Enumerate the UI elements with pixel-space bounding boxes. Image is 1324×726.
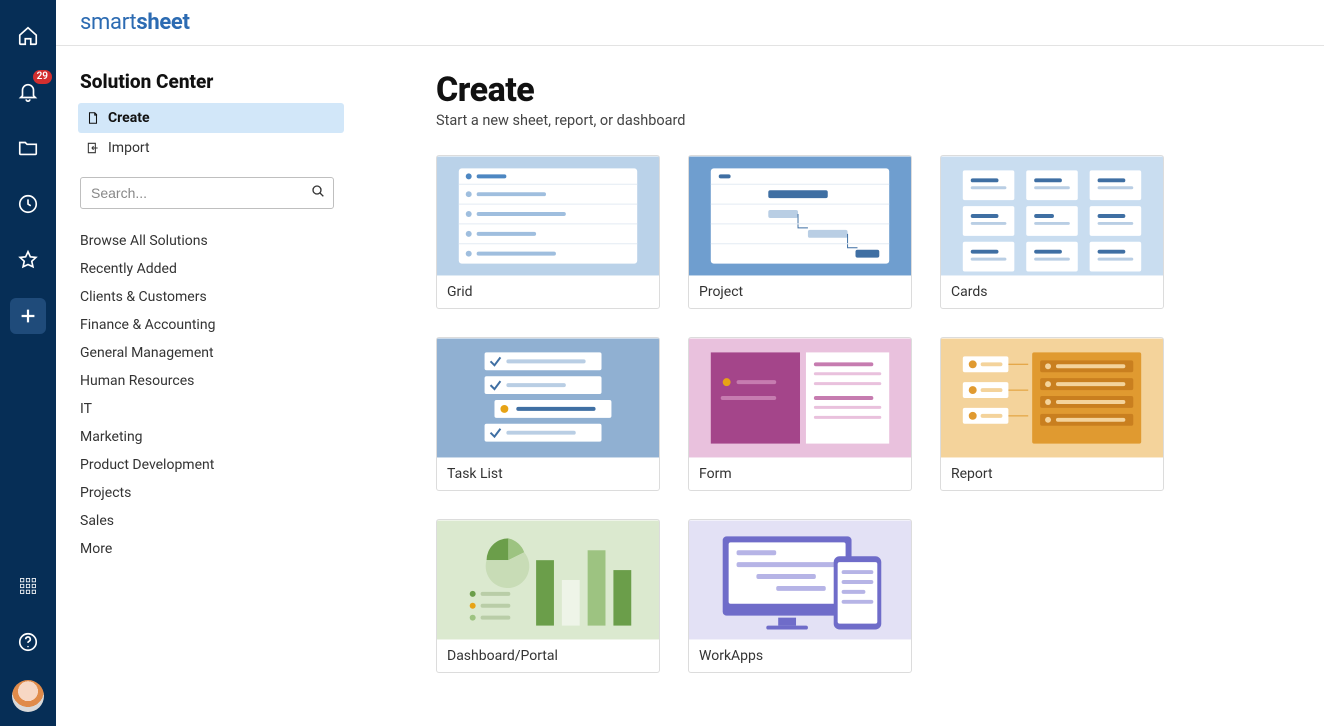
- nav-rail: 29: [0, 0, 56, 726]
- card-form-template[interactable]: Form: [688, 337, 912, 491]
- card-thumb: [941, 156, 1163, 276]
- card-label: Task List: [437, 458, 659, 490]
- notification-badge: 29: [33, 70, 52, 84]
- card-workapps-template[interactable]: WorkApps: [688, 519, 912, 673]
- body: Solution Center Create Import: [56, 46, 1324, 726]
- card-thumb: [689, 520, 911, 640]
- card-thumb: [437, 338, 659, 458]
- sidebar-item-label: Import: [108, 140, 150, 156]
- brand-part2: sheet: [136, 10, 189, 35]
- page-subtitle: Start a new sheet, report, or dashboard: [436, 112, 1196, 129]
- sidebar-title: Solution Center: [80, 70, 344, 93]
- card-label: Cards: [941, 276, 1163, 308]
- favorites-icon[interactable]: [10, 242, 46, 278]
- brand-part1: smart: [80, 10, 136, 35]
- main-area: smartsheet Solution Center Create Import: [56, 0, 1324, 726]
- sidebar-link[interactable]: More: [78, 535, 344, 563]
- card-report-template[interactable]: Report: [940, 337, 1164, 491]
- recents-icon[interactable]: [10, 186, 46, 222]
- card-cards-template[interactable]: Cards: [940, 155, 1164, 309]
- card-tasklist-template[interactable]: Task List: [436, 337, 660, 491]
- home-icon[interactable]: [10, 18, 46, 54]
- card-thumb: [437, 520, 659, 640]
- solution-center-sidebar: Solution Center Create Import: [56, 46, 356, 726]
- content: Create Start a new sheet, report, or das…: [356, 46, 1324, 726]
- card-thumb: [941, 338, 1163, 458]
- card-thumb: [689, 338, 911, 458]
- sidebar-link[interactable]: Sales: [78, 507, 344, 535]
- sidebar-link[interactable]: Recently Added: [78, 255, 344, 283]
- sheet-icon: [84, 111, 102, 125]
- folder-icon[interactable]: [10, 130, 46, 166]
- card-label: Form: [689, 458, 911, 490]
- sidebar-item-label: Create: [108, 110, 150, 126]
- user-avatar[interactable]: [12, 680, 44, 712]
- category-list: Browse All Solutions Recently Added Clie…: [78, 227, 344, 563]
- sidebar-link[interactable]: Clients & Customers: [78, 283, 344, 311]
- create-new-button[interactable]: [10, 298, 46, 334]
- brand-logo[interactable]: smartsheet: [80, 10, 190, 35]
- app-root: 29 smartsheet: [0, 0, 1324, 726]
- sidebar-link[interactable]: Human Resources: [78, 367, 344, 395]
- sidebar-link[interactable]: Browse All Solutions: [78, 227, 344, 255]
- search-wrapper: [80, 177, 334, 209]
- sidebar-link[interactable]: Marketing: [78, 423, 344, 451]
- card-grid: Grid: [436, 155, 1196, 673]
- app-launcher-icon[interactable]: [10, 568, 46, 604]
- card-project-template[interactable]: Project: [688, 155, 912, 309]
- notifications-icon[interactable]: 29: [10, 74, 46, 110]
- topbar: smartsheet: [56, 0, 1324, 46]
- sidebar-link[interactable]: IT: [78, 395, 344, 423]
- card-label: Dashboard/Portal: [437, 640, 659, 672]
- page-title: Create: [436, 70, 1196, 110]
- help-icon[interactable]: [10, 624, 46, 660]
- card-label: Project: [689, 276, 911, 308]
- sidebar-item-import[interactable]: Import: [78, 133, 344, 163]
- card-label: WorkApps: [689, 640, 911, 672]
- card-label: Report: [941, 458, 1163, 490]
- sidebar-link[interactable]: General Management: [78, 339, 344, 367]
- sidebar-link[interactable]: Projects: [78, 479, 344, 507]
- sidebar-link[interactable]: Product Development: [78, 451, 344, 479]
- import-icon: [84, 141, 102, 155]
- search-input[interactable]: [80, 177, 334, 209]
- sidebar-item-create[interactable]: Create: [78, 103, 344, 133]
- card-thumb: [689, 156, 911, 276]
- sidebar-link[interactable]: Finance & Accounting: [78, 311, 344, 339]
- card-grid-template[interactable]: Grid: [436, 155, 660, 309]
- content-inner: Create Start a new sheet, report, or das…: [436, 70, 1196, 673]
- card-thumb: [437, 156, 659, 276]
- card-label: Grid: [437, 276, 659, 308]
- card-dashboard-template[interactable]: Dashboard/Portal: [436, 519, 660, 673]
